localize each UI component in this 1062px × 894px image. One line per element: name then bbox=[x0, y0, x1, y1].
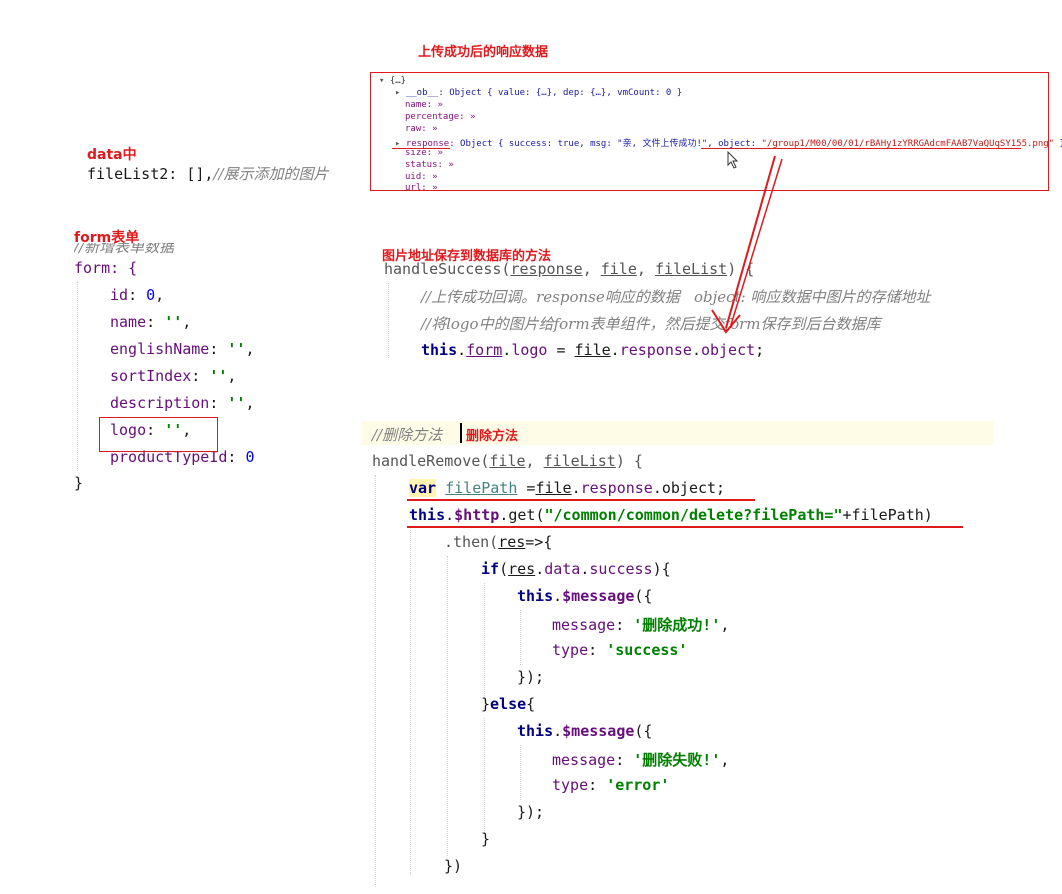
if-body-guide bbox=[484, 583, 485, 698]
form-field-id: id: 0, bbox=[110, 286, 165, 304]
form-field-key: description bbox=[110, 394, 210, 412]
form-field-value: '' bbox=[164, 313, 183, 331]
then-line: .then(res=>{ bbox=[444, 533, 553, 551]
form-field-key: name bbox=[110, 313, 147, 331]
form-field-sep: , bbox=[155, 286, 165, 304]
console-ob-row[interactable]: ▸ __ob__: Object { value: {…}, dep: {…},… bbox=[395, 88, 682, 98]
if-indent-guide bbox=[447, 556, 448, 856]
console-name-row: name: » bbox=[405, 100, 443, 110]
form-field-key: englishName bbox=[110, 340, 210, 358]
form-field-sep: , bbox=[245, 394, 255, 412]
response-underline bbox=[392, 148, 450, 149]
remove-comment: //删除方法 bbox=[372, 426, 443, 444]
console-url-row: url: » bbox=[405, 183, 438, 193]
msg-ok-guide bbox=[520, 610, 521, 665]
form-open-line: form: { bbox=[74, 259, 138, 277]
form-field-sep: , bbox=[182, 313, 192, 331]
remove-indent-guide bbox=[375, 475, 376, 885]
else-line: }else{ bbox=[481, 695, 536, 713]
object-underline bbox=[701, 148, 1021, 149]
form-field-value: '' bbox=[227, 340, 246, 358]
success-param-file: file bbox=[600, 260, 637, 278]
console-response-value: Object { success: true, msg: "亲, 文件上传成功!… bbox=[460, 139, 719, 149]
logo-highlight-box bbox=[99, 417, 218, 452]
success-param-response: response bbox=[510, 260, 583, 278]
console-root-text: {…} bbox=[389, 76, 407, 86]
if-line: if(res.data.success){ bbox=[481, 560, 671, 578]
else-body-guide bbox=[484, 718, 485, 833]
msg-ok-close: }); bbox=[517, 668, 545, 686]
data-filelist-comment: //展示添加的图片 bbox=[213, 165, 329, 183]
form-close-line: } bbox=[74, 474, 84, 492]
success-indent-guide bbox=[388, 283, 389, 358]
response-title-label: 上传成功后的响应数据 bbox=[418, 45, 549, 60]
form-field-sep: , bbox=[245, 340, 255, 358]
var-underline bbox=[407, 499, 755, 501]
http-underline bbox=[407, 526, 963, 528]
data-section-label: data中 bbox=[87, 147, 137, 163]
form-field-sortIndex: sortIndex: '', bbox=[110, 367, 237, 385]
msg-ok-open: this.$message({ bbox=[517, 587, 653, 605]
msg-fail-guide bbox=[520, 745, 521, 800]
form-field-englishName: englishName: '', bbox=[110, 340, 255, 358]
msg-ok-type: type: 'success' bbox=[552, 641, 688, 659]
console-ob-text: __ob__: Object { value: {…}, dep: {…}, v… bbox=[405, 88, 683, 98]
expand-triangle-icon[interactable]: ▾ bbox=[379, 76, 384, 86]
success-signature: handleSuccess(response, file, fileList) … bbox=[384, 260, 755, 278]
console-uid-row: uid: » bbox=[405, 172, 438, 182]
http-get-line: this.$http.get("/common/common/delete?fi… bbox=[409, 506, 933, 524]
console-response-close: } bbox=[1054, 139, 1062, 149]
form-section-label: form表单 bbox=[74, 230, 140, 246]
form-field-sep: , bbox=[227, 367, 237, 385]
form-field-key: id bbox=[110, 286, 129, 304]
msg-fail-open: this.$message({ bbox=[517, 722, 653, 740]
success-comment-2: //将logo中的图片给form表单组件，然后提交form保存到后台数据库 bbox=[421, 315, 881, 333]
form-indent-guide bbox=[77, 281, 78, 471]
console-root-row[interactable]: ▾ {…} bbox=[379, 76, 406, 86]
console-raw-row: raw: » bbox=[405, 124, 438, 134]
collapse-triangle-icon[interactable]: ▸ bbox=[395, 88, 400, 98]
var-filepath-line: var filePath =file.response.object; bbox=[409, 479, 726, 497]
console-percentage-row: percentage: » bbox=[405, 112, 476, 122]
msg-fail-close: }); bbox=[517, 803, 545, 821]
then-indent-guide bbox=[410, 530, 411, 875]
success-comment-1: //上传成功回调。response响应的数据 object: 响应数据中图片的存… bbox=[421, 288, 931, 306]
form-field-key: sortIndex bbox=[110, 367, 192, 385]
msg-fail-message: message: '删除失败!', bbox=[552, 751, 730, 769]
delete-method-label: 删除方法 bbox=[466, 429, 519, 444]
form-field-value: '' bbox=[227, 394, 246, 412]
console-status-row: status: » bbox=[405, 160, 454, 170]
form-field-description: description: '', bbox=[110, 394, 255, 412]
arrow-annotation bbox=[711, 155, 783, 334]
msg-ok-message: message: '删除成功!', bbox=[552, 616, 730, 634]
data-filelist-text: fileList2: [], bbox=[87, 165, 214, 183]
form-field-value: 0 bbox=[146, 286, 156, 304]
success-fn-name: handleSuccess bbox=[384, 260, 502, 278]
current-line-highlight bbox=[362, 421, 994, 445]
console-size-row: size: » bbox=[405, 148, 443, 158]
remove-signature: handleRemove(file, fileList) { bbox=[372, 452, 643, 470]
text-caret bbox=[460, 423, 462, 443]
success-assign-line: this.form.logo = file.response.object; bbox=[421, 341, 765, 359]
else-close: } bbox=[481, 830, 491, 848]
form-field-name: name: '', bbox=[110, 313, 192, 331]
form-field-value: 0 bbox=[245, 448, 255, 466]
form-field-value: '' bbox=[209, 367, 228, 385]
then-close: }) bbox=[444, 857, 463, 875]
msg-fail-type: type: 'error' bbox=[552, 776, 670, 794]
data-code-line: fileList2: [],//展示添加的图片 bbox=[87, 163, 329, 184]
